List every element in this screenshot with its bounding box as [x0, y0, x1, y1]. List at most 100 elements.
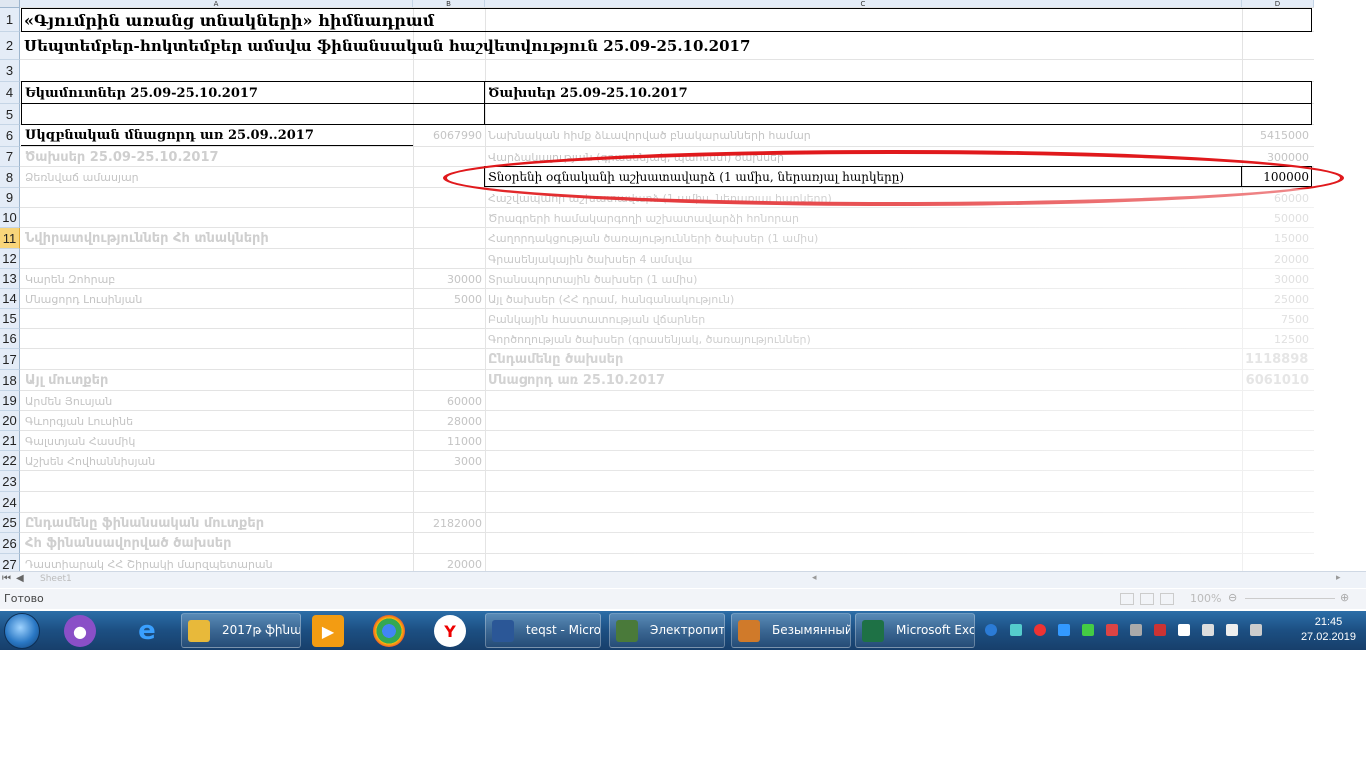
zoom-in-icon[interactable]: ⊕: [1340, 591, 1349, 604]
row-header[interactable]: 23: [0, 471, 20, 492]
highlight-expense-label[interactable]: Տնօրենի օգնականի աշխատավարձ (1 ամիս, ներ…: [488, 167, 1238, 187]
row-header[interactable]: 14: [0, 289, 20, 309]
internet-explorer-icon[interactable]: e: [131, 615, 163, 647]
row-header[interactable]: 9: [0, 188, 20, 208]
income-item-label[interactable]: [25, 208, 410, 229]
income-item-value[interactable]: 30000: [414, 269, 482, 290]
expense-item-value[interactable]: 300000: [1245, 147, 1309, 168]
income-item-label[interactable]: Մնացորդ Լուսինյան: [25, 289, 410, 310]
income-item-value[interactable]: 3000: [414, 451, 482, 472]
income-item-label[interactable]: Գևորգյան Լուսինե: [25, 411, 410, 432]
page-layout-icon[interactable]: [1140, 593, 1154, 605]
zoom-out-icon[interactable]: ⊖: [1228, 591, 1237, 604]
income-item-label[interactable]: Հհ ֆինանսավորված ծախսեր: [25, 533, 410, 554]
taskbar-window-button[interactable]: Электропитание: [609, 613, 725, 648]
income-item-label[interactable]: Նվիրատվություններ Հհ տնակների: [25, 228, 410, 249]
income-item-value[interactable]: [414, 188, 482, 209]
row-header[interactable]: 25: [0, 513, 20, 533]
clock[interactable]: 21:45 27.02.2019: [1301, 615, 1356, 645]
page-break-icon[interactable]: [1160, 593, 1174, 605]
network-error-icon[interactable]: [1154, 624, 1166, 636]
income-item-label[interactable]: Ձեռնվաճ ամասյար: [25, 167, 410, 188]
row-header[interactable]: 22: [0, 451, 20, 471]
keyboard-icon[interactable]: [1250, 624, 1262, 636]
expense-item-value[interactable]: 60000: [1245, 188, 1309, 209]
opening-balance-value[interactable]: 6067990: [414, 126, 482, 146]
row-header[interactable]: 11: [0, 228, 20, 249]
expense-item-label[interactable]: Գրասենյակային ծախսեր 4 ամսվա: [488, 249, 1238, 270]
income-item-label[interactable]: [25, 188, 410, 209]
expense-item-value[interactable]: 7500: [1245, 309, 1309, 330]
income-item-value[interactable]: [414, 167, 482, 188]
sheet-title[interactable]: «Գյումրին առանց տնակների» հիմնադրամ: [24, 10, 1304, 31]
scroll-left-icon[interactable]: ◂: [812, 573, 817, 583]
expense-item-value[interactable]: 25000: [1245, 289, 1309, 310]
expense-item-label[interactable]: Վարձակալության (գրասենյակ, պահեստ) ծախսե…: [488, 147, 1238, 168]
tray-app-icon[interactable]: [1010, 624, 1022, 636]
income-item-value[interactable]: 5000: [414, 289, 482, 310]
income-item-label[interactable]: Ընդամենը ֆինանսական մուտքեր: [25, 513, 410, 534]
income-item-label[interactable]: [25, 309, 410, 330]
expense-item-label[interactable]: Ընդամենը ծախսեր: [488, 349, 1238, 370]
taskbar-window-button[interactable]: teqst - Micros...: [485, 613, 601, 648]
taskbar-window-button[interactable]: 2017թ ֆինանս...: [181, 613, 301, 648]
income-item-value[interactable]: [414, 147, 482, 168]
row-header[interactable]: 8: [0, 167, 20, 188]
expense-item-label[interactable]: Նախնական հիմք ձևավորված բնակարանների համ…: [488, 125, 1238, 146]
income-item-value[interactable]: 60000: [414, 391, 482, 412]
income-item-value[interactable]: [414, 471, 482, 492]
income-item-label[interactable]: [25, 329, 410, 350]
row-header[interactable]: 26: [0, 533, 20, 554]
income-item-value[interactable]: [414, 349, 482, 370]
row-header[interactable]: 19: [0, 391, 20, 411]
chrome-icon[interactable]: [373, 615, 405, 647]
row-header[interactable]: 21: [0, 431, 20, 451]
expense-item-value[interactable]: 12500: [1245, 329, 1309, 350]
income-item-value[interactable]: [414, 228, 482, 249]
taskbar-window-button[interactable]: Безымянный - ...: [731, 613, 851, 648]
row-header[interactable]: 5: [0, 104, 20, 125]
expense-item-label[interactable]: Ծրագրերի համակարգողի աշխատավարձի հոնորար: [488, 208, 1238, 229]
opening-balance-label[interactable]: Սկզբնական մնացորդ առ 25.09..2017: [25, 125, 410, 146]
income-item-value[interactable]: [414, 329, 482, 350]
row-header[interactable]: 24: [0, 492, 20, 513]
antivirus-icon[interactable]: [1106, 624, 1118, 636]
expense-item-value[interactable]: 6061010: [1245, 370, 1309, 391]
sheet-nav-first-icon[interactable]: ⏮: [2, 573, 11, 584]
bluetooth-icon[interactable]: [1058, 624, 1070, 636]
sheet-nav-prev-icon[interactable]: ◀: [16, 573, 24, 584]
expense-item-label[interactable]: Հաղորդակցության ծառայությունների ծախսեր …: [488, 228, 1238, 249]
row-header[interactable]: 3: [0, 60, 20, 82]
row-header[interactable]: 17: [0, 349, 20, 370]
power-icon[interactable]: [1226, 624, 1238, 636]
select-all-corner[interactable]: [0, 0, 20, 8]
income-item-label[interactable]: [25, 349, 410, 370]
row-header[interactable]: 16: [0, 329, 20, 349]
income-item-label[interactable]: Կարեն Զոհրաբ: [25, 269, 410, 290]
income-item-value[interactable]: 28000: [414, 411, 482, 432]
sheet-subtitle[interactable]: Սեպտեմբեր-հոկտեմբեր ամսվա ֆինանսական հաշ…: [24, 36, 1304, 57]
spreadsheet[interactable]: A B C D 1 2 3 4 5 6 7 8 9 10 11 12 13 14 15 16 17 18 19 20 2…: [0, 0, 1366, 650]
row-header[interactable]: 4: [0, 82, 20, 104]
expense-item-value[interactable]: 11188980: [1245, 349, 1309, 370]
row-header[interactable]: 18: [0, 370, 20, 391]
expense-item-value[interactable]: 50000: [1245, 208, 1309, 229]
income-item-label[interactable]: [25, 471, 410, 492]
income-item-value[interactable]: [414, 208, 482, 229]
row-header[interactable]: 7: [0, 147, 20, 167]
income-item-value[interactable]: [414, 249, 482, 270]
expense-item-label[interactable]: Տրանսպորտային ծախսեր (1 ամիս): [488, 269, 1238, 290]
expense-item-value[interactable]: 5415000: [1245, 125, 1309, 146]
yandex-browser-icon[interactable]: Y: [434, 615, 466, 647]
sheet-tab[interactable]: Sheet1: [40, 574, 72, 584]
income-item-label[interactable]: Արմեն Յուսյան: [25, 391, 410, 412]
income-item-value[interactable]: [414, 309, 482, 330]
expense-item-value[interactable]: 30000: [1245, 269, 1309, 290]
row-header[interactable]: 15: [0, 309, 20, 329]
volume-icon[interactable]: [1202, 624, 1214, 636]
row-header[interactable]: 13: [0, 269, 20, 289]
taskbar-window-button[interactable]: Microsoft Excel...: [855, 613, 975, 648]
expense-item-label[interactable]: Մնացորդ առ 25.10.2017: [488, 370, 1238, 391]
skype-icon[interactable]: [985, 624, 997, 636]
income-item-label[interactable]: Այլ մուտքեր: [25, 370, 410, 391]
